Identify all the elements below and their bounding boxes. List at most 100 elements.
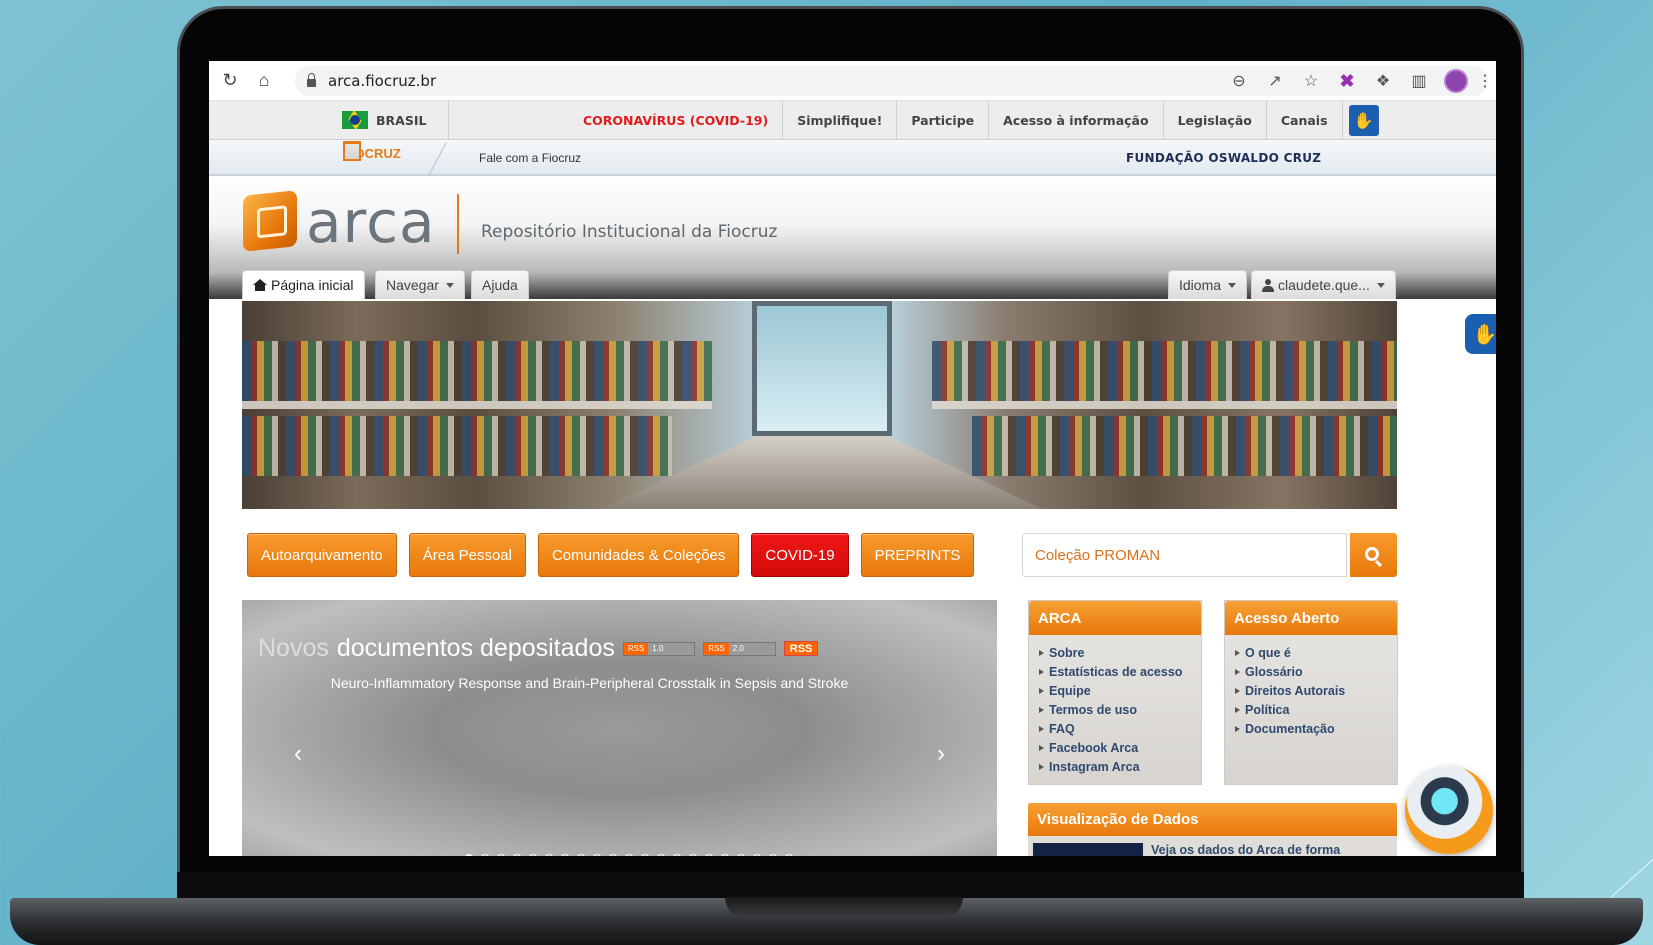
rss-badge[interactable]: RSS bbox=[783, 641, 819, 656]
arca-logo-text[interactable]: arca bbox=[306, 188, 436, 256]
oa-link-politica[interactable]: Política bbox=[1235, 700, 1397, 719]
carousel-dot[interactable] bbox=[704, 854, 714, 856]
data-viz-link[interactable]: Veja os dados do Arca de forma bbox=[1151, 843, 1340, 856]
communities-button[interactable]: Comunidades & Coleções bbox=[537, 533, 740, 577]
contact-link[interactable]: Fale com a Fiocruz bbox=[479, 151, 581, 165]
arca-link-facebook[interactable]: Facebook Arca bbox=[1039, 738, 1201, 757]
carousel-dot[interactable] bbox=[560, 854, 570, 856]
gov-link-acesso[interactable]: Acesso à informação bbox=[989, 101, 1164, 139]
lock-icon[interactable] bbox=[307, 72, 316, 87]
personal-area-button[interactable]: Área Pessoal bbox=[408, 533, 526, 577]
preprints-button[interactable]: PREPRINTS bbox=[860, 533, 975, 577]
gov-link-simplifique[interactable]: Simplifique! bbox=[783, 101, 898, 139]
gov-link-covid[interactable]: CORONAVÍRUS (COVID-19) bbox=[569, 101, 784, 139]
carousel-dot[interactable] bbox=[480, 854, 490, 856]
data-viz-thumbnail[interactable] bbox=[1033, 843, 1143, 856]
url-text[interactable]: arca.fiocruz.br bbox=[328, 72, 436, 90]
fiocruz-logo[interactable]: FIOCRUZ bbox=[343, 141, 401, 161]
oa-link-o-que-e[interactable]: O que é bbox=[1235, 643, 1397, 662]
carousel-dot[interactable] bbox=[672, 854, 682, 856]
home-icon[interactable]: ⌂ bbox=[251, 68, 277, 94]
carousel-dot[interactable] bbox=[656, 854, 666, 856]
brasil-label: BRASIL bbox=[376, 112, 427, 128]
rss-2-badge[interactable]: RSS 2.0 bbox=[703, 641, 776, 656]
data-viz-box: Visualização de Dados Veja os dados do A… bbox=[1028, 803, 1397, 856]
carousel-next-icon[interactable]: › bbox=[937, 740, 945, 768]
data-viz-title: Visualização de Dados bbox=[1028, 803, 1397, 836]
gov-links: CORONAVÍRUS (COVID-19) Simplifique! Part… bbox=[569, 101, 1343, 139]
rss-2-right: 2.0 bbox=[728, 642, 775, 655]
covid-button[interactable]: COVID-19 bbox=[751, 533, 849, 577]
carousel-dot[interactable] bbox=[720, 854, 730, 856]
gov-link-canais[interactable]: Canais bbox=[1267, 101, 1343, 139]
carousel-dot[interactable] bbox=[496, 854, 506, 856]
language-menu[interactable]: Idioma bbox=[1168, 270, 1248, 299]
carousel-dot[interactable] bbox=[464, 854, 474, 856]
carousel-dot[interactable] bbox=[688, 854, 698, 856]
user-menu[interactable]: claudete.que... bbox=[1251, 270, 1396, 299]
fiocruz-bar: FIOCRUZ Fale com a Fiocruz FUNDAÇÃO OSWA… bbox=[209, 140, 1496, 177]
reload-icon[interactable]: ↻ bbox=[217, 68, 243, 94]
language-label: Idioma bbox=[1179, 277, 1222, 293]
carousel-item-title[interactable]: Neuro-Inflammatory Response and Brain-Pe… bbox=[242, 675, 997, 691]
profile-icon[interactable] bbox=[1444, 69, 1468, 93]
sidepanel-icon[interactable]: ▥ bbox=[1408, 70, 1430, 92]
nav-help-label: Ajuda bbox=[482, 277, 518, 293]
search-button[interactable] bbox=[1350, 533, 1397, 577]
sign-language-icon[interactable]: ✋ bbox=[1348, 104, 1379, 136]
menu-dots-icon[interactable]: ⋮ bbox=[1477, 70, 1493, 92]
carousel-title: Novos documentos depositados RSS 1.0 RSS 2… bbox=[258, 634, 819, 663]
carousel-dot[interactable] bbox=[768, 854, 778, 856]
gov-link-legislacao[interactable]: Legislação bbox=[1164, 101, 1267, 139]
banner-shelf bbox=[932, 401, 1397, 409]
share-icon[interactable]: ↗ bbox=[1264, 70, 1286, 92]
arca-link-sobre[interactable]: Sobre bbox=[1039, 643, 1201, 662]
carousel-dot[interactable] bbox=[592, 854, 602, 856]
carousel-prev-icon[interactable]: ‹ bbox=[294, 740, 302, 768]
vlibras-widget-icon[interactable]: ✋ bbox=[1465, 314, 1496, 354]
brazil-flag-icon bbox=[342, 111, 368, 129]
carousel-dot[interactable] bbox=[528, 854, 538, 856]
self-archiving-button[interactable]: Autoarquivamento bbox=[247, 533, 397, 577]
carousel-dot[interactable] bbox=[512, 854, 522, 856]
oa-link-documentacao[interactable]: Documentação bbox=[1235, 719, 1397, 738]
carousel-dot[interactable] bbox=[544, 854, 554, 856]
arca-link-equipe[interactable]: Equipe bbox=[1039, 681, 1201, 700]
carousel-dot[interactable] bbox=[736, 854, 746, 856]
arca-link-instagram[interactable]: Instagram Arca bbox=[1039, 757, 1201, 776]
rss-1-badge[interactable]: RSS 1.0 bbox=[622, 641, 696, 656]
carousel-dot[interactable] bbox=[624, 854, 634, 856]
browser-screen: ↻ ⌂ arca.fiocruz.br ⊖ ↗ ☆ ✖ ❖ ▥ ⋮ BRASIL… bbox=[209, 61, 1496, 856]
toolbar-actions: ⊖ ↗ ☆ ✖ ❖ ▥ ⋮ bbox=[1228, 66, 1493, 96]
arca-logo-icon[interactable] bbox=[243, 190, 297, 252]
arca-box-list: Sobre Estatísticas de acesso Equipe Term… bbox=[1029, 635, 1201, 776]
carousel-dot[interactable] bbox=[576, 854, 586, 856]
search-input[interactable]: Coleção PROMAN bbox=[1022, 533, 1347, 577]
carousel-dot[interactable] bbox=[752, 854, 762, 856]
banner-books-left-low bbox=[242, 416, 672, 476]
arca-link-faq[interactable]: FAQ bbox=[1039, 719, 1201, 738]
divider bbox=[428, 141, 447, 177]
gov-bar: BRASIL CORONAVÍRUS (COVID-19) Simplifiqu… bbox=[209, 101, 1496, 140]
zoom-out-icon[interactable]: ⊖ bbox=[1228, 70, 1250, 92]
carousel-dot[interactable] bbox=[640, 854, 650, 856]
arca-box: ARCA Sobre Estatísticas de acesso Equipe… bbox=[1028, 600, 1202, 785]
nav-browse[interactable]: Navegar bbox=[375, 270, 465, 299]
carousel-dot[interactable] bbox=[608, 854, 618, 856]
new-documents-carousel: Novos documentos depositados RSS 1.0 RSS 2… bbox=[242, 600, 997, 856]
nav-help[interactable]: Ajuda bbox=[471, 270, 529, 299]
brasil-link[interactable]: BRASIL bbox=[342, 101, 449, 139]
open-access-list: O que é Glossário Direitos Autorais Polí… bbox=[1225, 635, 1397, 738]
arca-link-estatisticas[interactable]: Estatísticas de acesso bbox=[1039, 662, 1201, 681]
address-bar[interactable]: arca.fiocruz.br ⊖ ↗ ☆ ✖ ❖ ▥ ⋮ bbox=[295, 66, 1493, 96]
puzzle-icon[interactable]: ❖ bbox=[1372, 70, 1394, 92]
nav-home[interactable]: Página inicial bbox=[242, 270, 365, 299]
extension-x-icon[interactable]: ✖ bbox=[1336, 70, 1358, 92]
gov-link-participe[interactable]: Participe bbox=[897, 101, 990, 139]
star-icon[interactable]: ☆ bbox=[1300, 70, 1322, 92]
oa-link-direitos[interactable]: Direitos Autorais bbox=[1235, 681, 1397, 700]
oa-link-glossario[interactable]: Glossário bbox=[1235, 662, 1397, 681]
arca-link-termos[interactable]: Termos de uso bbox=[1039, 700, 1201, 719]
chatbot-robot-icon[interactable] bbox=[1405, 766, 1493, 854]
carousel-dot[interactable] bbox=[784, 854, 794, 856]
